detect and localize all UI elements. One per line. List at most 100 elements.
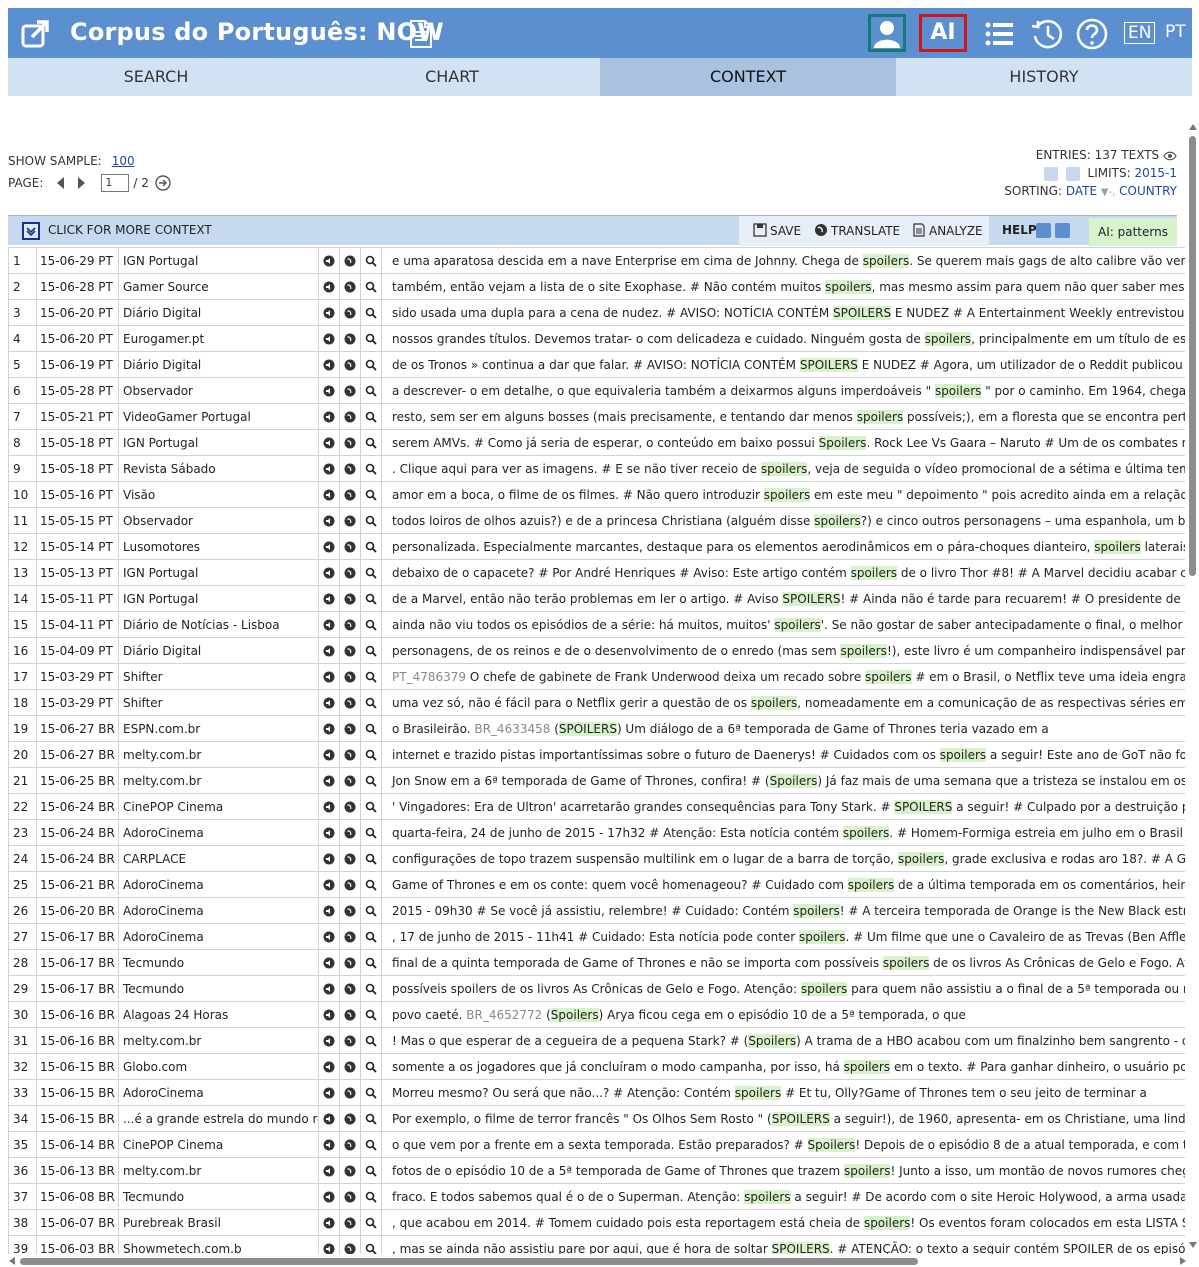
keyword-match[interactable]: spoilers	[750, 695, 798, 710]
globe-icon[interactable]	[339, 1157, 361, 1184]
speaker-icon[interactable]	[318, 299, 340, 326]
globe-icon[interactable]	[339, 377, 361, 404]
speaker-icon[interactable]	[318, 949, 340, 976]
table-row[interactable]: 25 15-06-21 BR AdoroCinema Game of Thrones …	[8, 871, 1185, 898]
keyword-match[interactable]: spoilers	[799, 929, 846, 944]
row-source[interactable]: melty.com.br	[118, 1157, 319, 1184]
speaker-icon[interactable]	[318, 1209, 340, 1236]
prev-page-icon[interactable]	[57, 177, 65, 189]
keyword-match[interactable]: spoilers	[865, 669, 912, 684]
ai-button[interactable]: AI	[919, 14, 967, 52]
scroll-up-icon[interactable]	[1189, 124, 1197, 130]
speaker-icon[interactable]	[318, 975, 340, 1002]
globe-icon[interactable]	[339, 403, 361, 430]
speaker-icon[interactable]	[318, 715, 340, 742]
keyword-match[interactable]: Spoilers	[550, 1007, 599, 1022]
globe-icon[interactable]	[339, 533, 361, 560]
speaker-icon[interactable]	[318, 611, 340, 638]
show-sample-link[interactable]: 100	[112, 154, 135, 168]
search-icon[interactable]	[360, 559, 382, 586]
globe-icon[interactable]	[339, 819, 361, 846]
row-source[interactable]: Observador	[118, 507, 319, 534]
speaker-icon[interactable]	[318, 1183, 340, 1210]
speaker-icon[interactable]	[318, 247, 340, 274]
keyword-match[interactable]: SPOILERS	[771, 1241, 830, 1254]
keyword-match[interactable]: spoilers	[763, 487, 811, 502]
keyword-match[interactable]: spoilers	[800, 981, 848, 996]
row-source[interactable]: Tecmundo	[118, 1183, 319, 1210]
search-icon[interactable]	[360, 949, 382, 976]
search-icon[interactable]	[360, 923, 382, 950]
speaker-icon[interactable]	[318, 559, 340, 586]
table-row[interactable]: 19 15-06-27 BR ESPN.com.br o Brasileirão. B…	[8, 715, 1185, 742]
globe-icon[interactable]	[339, 975, 361, 1002]
row-source[interactable]: VideoGamer Portugal	[118, 403, 319, 430]
table-row[interactable]: 38 15-06-07 BR Purebreak Brasil , que acabo…	[8, 1209, 1185, 1236]
keyword-match[interactable]: spoilers	[840, 643, 887, 658]
globe-icon[interactable]	[339, 689, 361, 716]
keyword-match[interactable]: Spoilers	[769, 773, 818, 788]
globe-icon[interactable]	[339, 871, 361, 898]
row-source[interactable]: Showmetech.com.b	[118, 1235, 319, 1254]
eye-icon[interactable]	[1163, 151, 1177, 161]
video-icon[interactable]	[1065, 166, 1080, 181]
table-row[interactable]: 14 15-05-11 PT IGN Portugal de a Marvel, en…	[8, 585, 1185, 612]
table-row[interactable]: 15 15-04-11 PT Diário de Notícias - Lisboa…	[8, 611, 1185, 638]
table-row[interactable]: 27 15-06-17 BR AdoroCinema , 17 de junho de…	[8, 923, 1185, 950]
keyword-match[interactable]: spoilers	[934, 383, 982, 398]
speaker-icon[interactable]	[318, 1157, 340, 1184]
horizontal-scrollbar[interactable]	[8, 1255, 1192, 1267]
speaker-icon[interactable]	[318, 377, 340, 404]
keyword-match[interactable]: spoilers	[863, 1215, 911, 1230]
speaker-icon[interactable]	[318, 325, 340, 352]
more-context-button[interactable]	[22, 222, 40, 240]
page-number-input[interactable]: 1	[101, 174, 130, 192]
row-source[interactable]: IGN Portugal	[118, 559, 319, 586]
table-row[interactable]: 33 15-06-15 BR AdoroCinema Morreu mesmo? Ou…	[8, 1079, 1185, 1106]
globe-icon[interactable]	[339, 507, 361, 534]
row-source[interactable]: CinePOP Cinema	[118, 1131, 319, 1158]
table-row[interactable]: 8 15-05-18 PT IGN Portugal serem AMVs. # Co…	[8, 429, 1185, 456]
row-source[interactable]: Diário Digital	[118, 637, 319, 664]
row-source[interactable]: IGN Portugal	[118, 247, 319, 274]
scroll-right-icon[interactable]	[1180, 1257, 1186, 1265]
keyword-match[interactable]: Spoilers	[807, 1137, 856, 1152]
speaker-icon[interactable]	[318, 1053, 340, 1080]
globe-icon[interactable]	[339, 455, 361, 482]
keyword-match[interactable]: spoilers	[897, 851, 945, 866]
globe-icon[interactable]	[339, 1027, 361, 1054]
keyword-match[interactable]: spoilers	[744, 1189, 791, 1204]
search-icon[interactable]	[360, 455, 382, 482]
speaker-icon[interactable]	[318, 1001, 340, 1028]
ai-patterns-button[interactable]: AI: patterns	[1089, 218, 1177, 246]
user-button[interactable]	[868, 14, 906, 52]
translate-button[interactable]: TRANSLATE	[814, 223, 900, 238]
speaker-icon[interactable]	[318, 767, 340, 794]
vertical-scroll-thumb[interactable]	[1189, 136, 1196, 576]
save-button[interactable]: SAVE	[753, 223, 801, 238]
table-row[interactable]: 20 15-06-27 BR melty.com.br internet e traz…	[8, 741, 1185, 768]
row-source[interactable]: Visão	[118, 481, 319, 508]
globe-icon[interactable]	[339, 793, 361, 820]
speaker-icon[interactable]	[318, 403, 340, 430]
keyword-match[interactable]: spoilers	[1094, 539, 1141, 554]
row-source[interactable]: Eurogamer.pt	[118, 325, 319, 352]
globe-icon[interactable]	[339, 767, 361, 794]
table-row[interactable]: 22 15-06-24 BR CinePOP Cinema ' Vingadores:…	[8, 793, 1185, 820]
vertical-scrollbar[interactable]	[1186, 122, 1199, 1252]
text-id-tag[interactable]: BR_4633458	[474, 722, 554, 736]
table-row[interactable]: 23 15-06-24 BR AdoroCinema quarta-feira, 24…	[8, 819, 1185, 846]
table-row[interactable]: 3 15-06-20 PT Diário Digital sido usada uma…	[8, 299, 1185, 326]
speaker-icon[interactable]	[318, 1105, 340, 1132]
globe-icon[interactable]	[339, 429, 361, 456]
row-source[interactable]: Tecmundo	[118, 949, 319, 976]
speaker-icon[interactable]	[318, 923, 340, 950]
search-icon[interactable]	[360, 1001, 382, 1028]
search-icon[interactable]	[360, 533, 382, 560]
speaker-icon[interactable]	[318, 1235, 340, 1254]
analyze-button[interactable]: ANALYZE	[912, 223, 983, 238]
globe-icon[interactable]	[339, 663, 361, 690]
tab-chart[interactable]: CHART	[304, 58, 600, 96]
tab-search[interactable]: SEARCH	[8, 58, 304, 96]
table-row[interactable]: 29 15-06-17 BR Tecmundo possíveis spoilers …	[8, 975, 1185, 1002]
